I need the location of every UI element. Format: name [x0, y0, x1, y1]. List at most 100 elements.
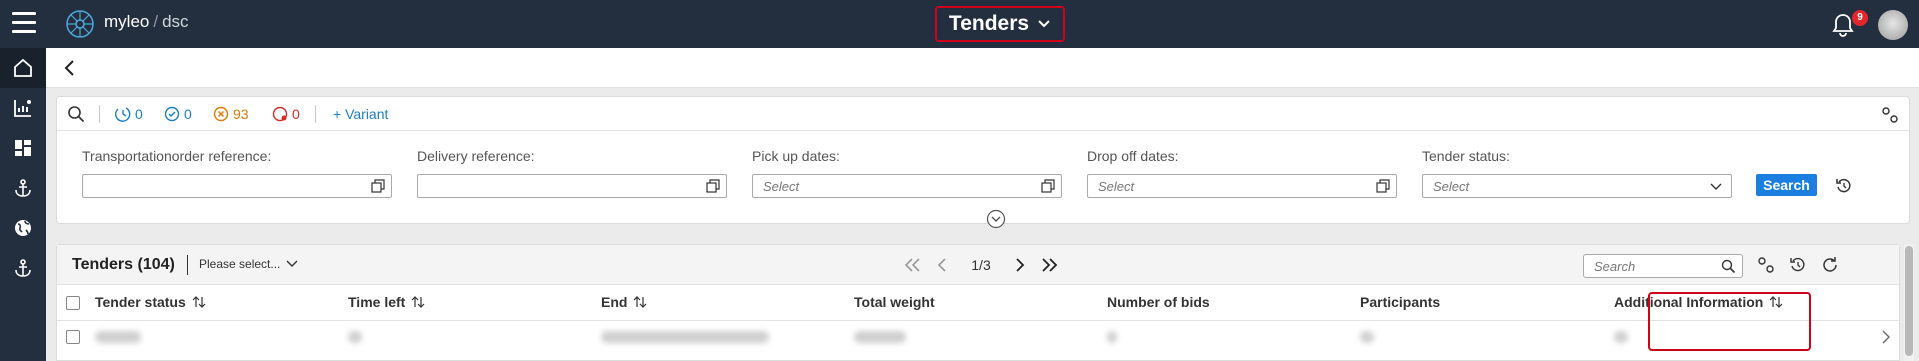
search-icon[interactable]: [67, 105, 85, 123]
field-label: Pick up dates:: [752, 148, 840, 164]
sidebar-item-home[interactable]: [0, 48, 46, 88]
highlight-box: [1648, 292, 1811, 351]
first-page-button[interactable]: [897, 255, 927, 275]
column-label: Number of bids: [1107, 294, 1210, 310]
column-end[interactable]: End: [601, 294, 647, 310]
blurred-cell: [1107, 331, 1117, 343]
sidebar-item-analytics[interactable]: [0, 88, 46, 128]
tender-status-select[interactable]: Select: [1422, 174, 1732, 198]
copy-icon[interactable]: [1376, 179, 1390, 193]
scrollbar-thumb[interactable]: [1905, 246, 1913, 356]
last-page-button[interactable]: [1035, 255, 1065, 275]
refresh-icon[interactable]: [1821, 256, 1839, 274]
table-title: Tenders (104): [72, 256, 175, 273]
sort-icon: [634, 296, 647, 308]
table-search-placeholder: Search: [1594, 259, 1636, 274]
column-participants[interactable]: Participants: [1360, 294, 1440, 310]
filter-panel: 0 0 93 0 + Variant Transportationorder r…: [56, 96, 1910, 224]
column-label: Participants: [1360, 294, 1441, 310]
counter-accepted[interactable]: 0: [164, 106, 192, 122]
pick-up-dates-input[interactable]: Select: [752, 174, 1062, 198]
counter-closed[interactable]: 93: [213, 106, 249, 122]
alert-circle-icon: [272, 106, 288, 122]
drop-off-dates-input[interactable]: Select: [1087, 174, 1397, 198]
dashboard-icon: [15, 140, 31, 156]
settings-icon[interactable]: [1881, 106, 1899, 124]
column-label: Total weight: [854, 294, 935, 310]
table-row[interactable]: [57, 321, 1899, 353]
menu-icon[interactable]: [12, 12, 36, 34]
column-time-left[interactable]: Time left: [348, 294, 425, 310]
sidebar-item-globe[interactable]: [0, 208, 46, 248]
expand-filters-icon[interactable]: [986, 209, 1006, 229]
blurred-cell: [854, 331, 906, 343]
blurred-cell: [1614, 331, 1628, 343]
anchor-icon: [15, 179, 31, 197]
page-title: Tenders: [948, 12, 1030, 35]
add-variant-button[interactable]: + Variant: [333, 106, 388, 122]
divider: [99, 105, 100, 123]
field-label: Drop off dates:: [1087, 148, 1179, 164]
column-label: Tender status: [95, 294, 186, 310]
counter-value: 93: [233, 106, 249, 122]
blurred-cell: [1360, 331, 1374, 343]
back-arrow-icon[interactable]: [60, 58, 80, 78]
copy-icon[interactable]: [1041, 179, 1055, 193]
field-label: Transportationorder reference:: [82, 148, 272, 164]
home-icon: [14, 58, 32, 77]
column-number-of-bids[interactable]: Number of bids: [1107, 294, 1210, 310]
column-total-weight[interactable]: Total weight: [854, 294, 935, 310]
counter-alert[interactable]: 0: [272, 106, 300, 122]
column-label: Time left: [348, 294, 406, 310]
table-header-row: Tender status Time left End Total weight…: [57, 285, 1899, 321]
page-title-dropdown[interactable]: Tenders: [935, 6, 1065, 42]
brand[interactable]: myleo / dsc: [104, 12, 189, 32]
myleo-logo-icon: [66, 10, 94, 38]
field-placeholder: Select: [1098, 179, 1135, 194]
column-label: End: [601, 294, 628, 310]
sidebar-item-anchor-2[interactable]: [0, 248, 46, 288]
anchor-icon: [15, 259, 31, 277]
table-search-input[interactable]: Search: [1583, 254, 1743, 278]
blurred-cell: [348, 331, 362, 343]
sort-icon: [411, 296, 425, 308]
copy-icon[interactable]: [706, 179, 720, 193]
history-icon[interactable]: [1789, 256, 1807, 274]
check-circle-icon: [164, 106, 180, 122]
chevron-right-icon[interactable]: [1879, 329, 1893, 345]
row-checkbox[interactable]: [66, 330, 80, 344]
transportationorder-reference-input[interactable]: [82, 174, 392, 198]
filter-toolbar: 0 0 93 0 + Variant: [57, 97, 1909, 131]
counter-pending[interactable]: 0: [115, 106, 143, 122]
globe-icon: [15, 220, 31, 236]
field-placeholder: Select: [763, 179, 800, 194]
reset-icon[interactable]: [1835, 177, 1853, 195]
chevron-down-icon: [1038, 20, 1050, 28]
sidebar-item-anchor-1[interactable]: [0, 168, 46, 208]
select-all-checkbox[interactable]: [66, 296, 80, 310]
brand-name: myleo: [104, 12, 150, 31]
sort-icon: [192, 296, 206, 308]
delivery-reference-input[interactable]: [417, 174, 727, 198]
divider: [187, 255, 188, 275]
double-chevron-left-icon: [904, 258, 920, 272]
avatar[interactable]: [1878, 10, 1908, 40]
copy-icon[interactable]: [371, 179, 385, 193]
search-icon[interactable]: [1721, 259, 1736, 274]
field-placeholder: Select: [1433, 179, 1470, 194]
view-selector[interactable]: Please select...: [199, 257, 298, 271]
chevron-down-icon: [286, 260, 298, 267]
blurred-cell: [95, 331, 141, 343]
blurred-cell: [601, 331, 769, 343]
next-page-button[interactable]: [1005, 255, 1035, 275]
tenders-table: Tenders (104) Please select... 1/3 Searc…: [56, 244, 1900, 361]
sidebar-item-dashboard[interactable]: [0, 128, 46, 168]
table-scrollbar[interactable]: [1904, 244, 1914, 361]
search-button[interactable]: Search: [1756, 174, 1817, 196]
double-chevron-right-icon: [1042, 258, 1058, 272]
chevron-right-icon: [1016, 258, 1025, 272]
settings-icon[interactable]: [1757, 256, 1775, 274]
prev-page-button[interactable]: [927, 255, 957, 275]
column-tender-status[interactable]: Tender status: [95, 294, 206, 310]
chart-icon: [14, 100, 31, 117]
